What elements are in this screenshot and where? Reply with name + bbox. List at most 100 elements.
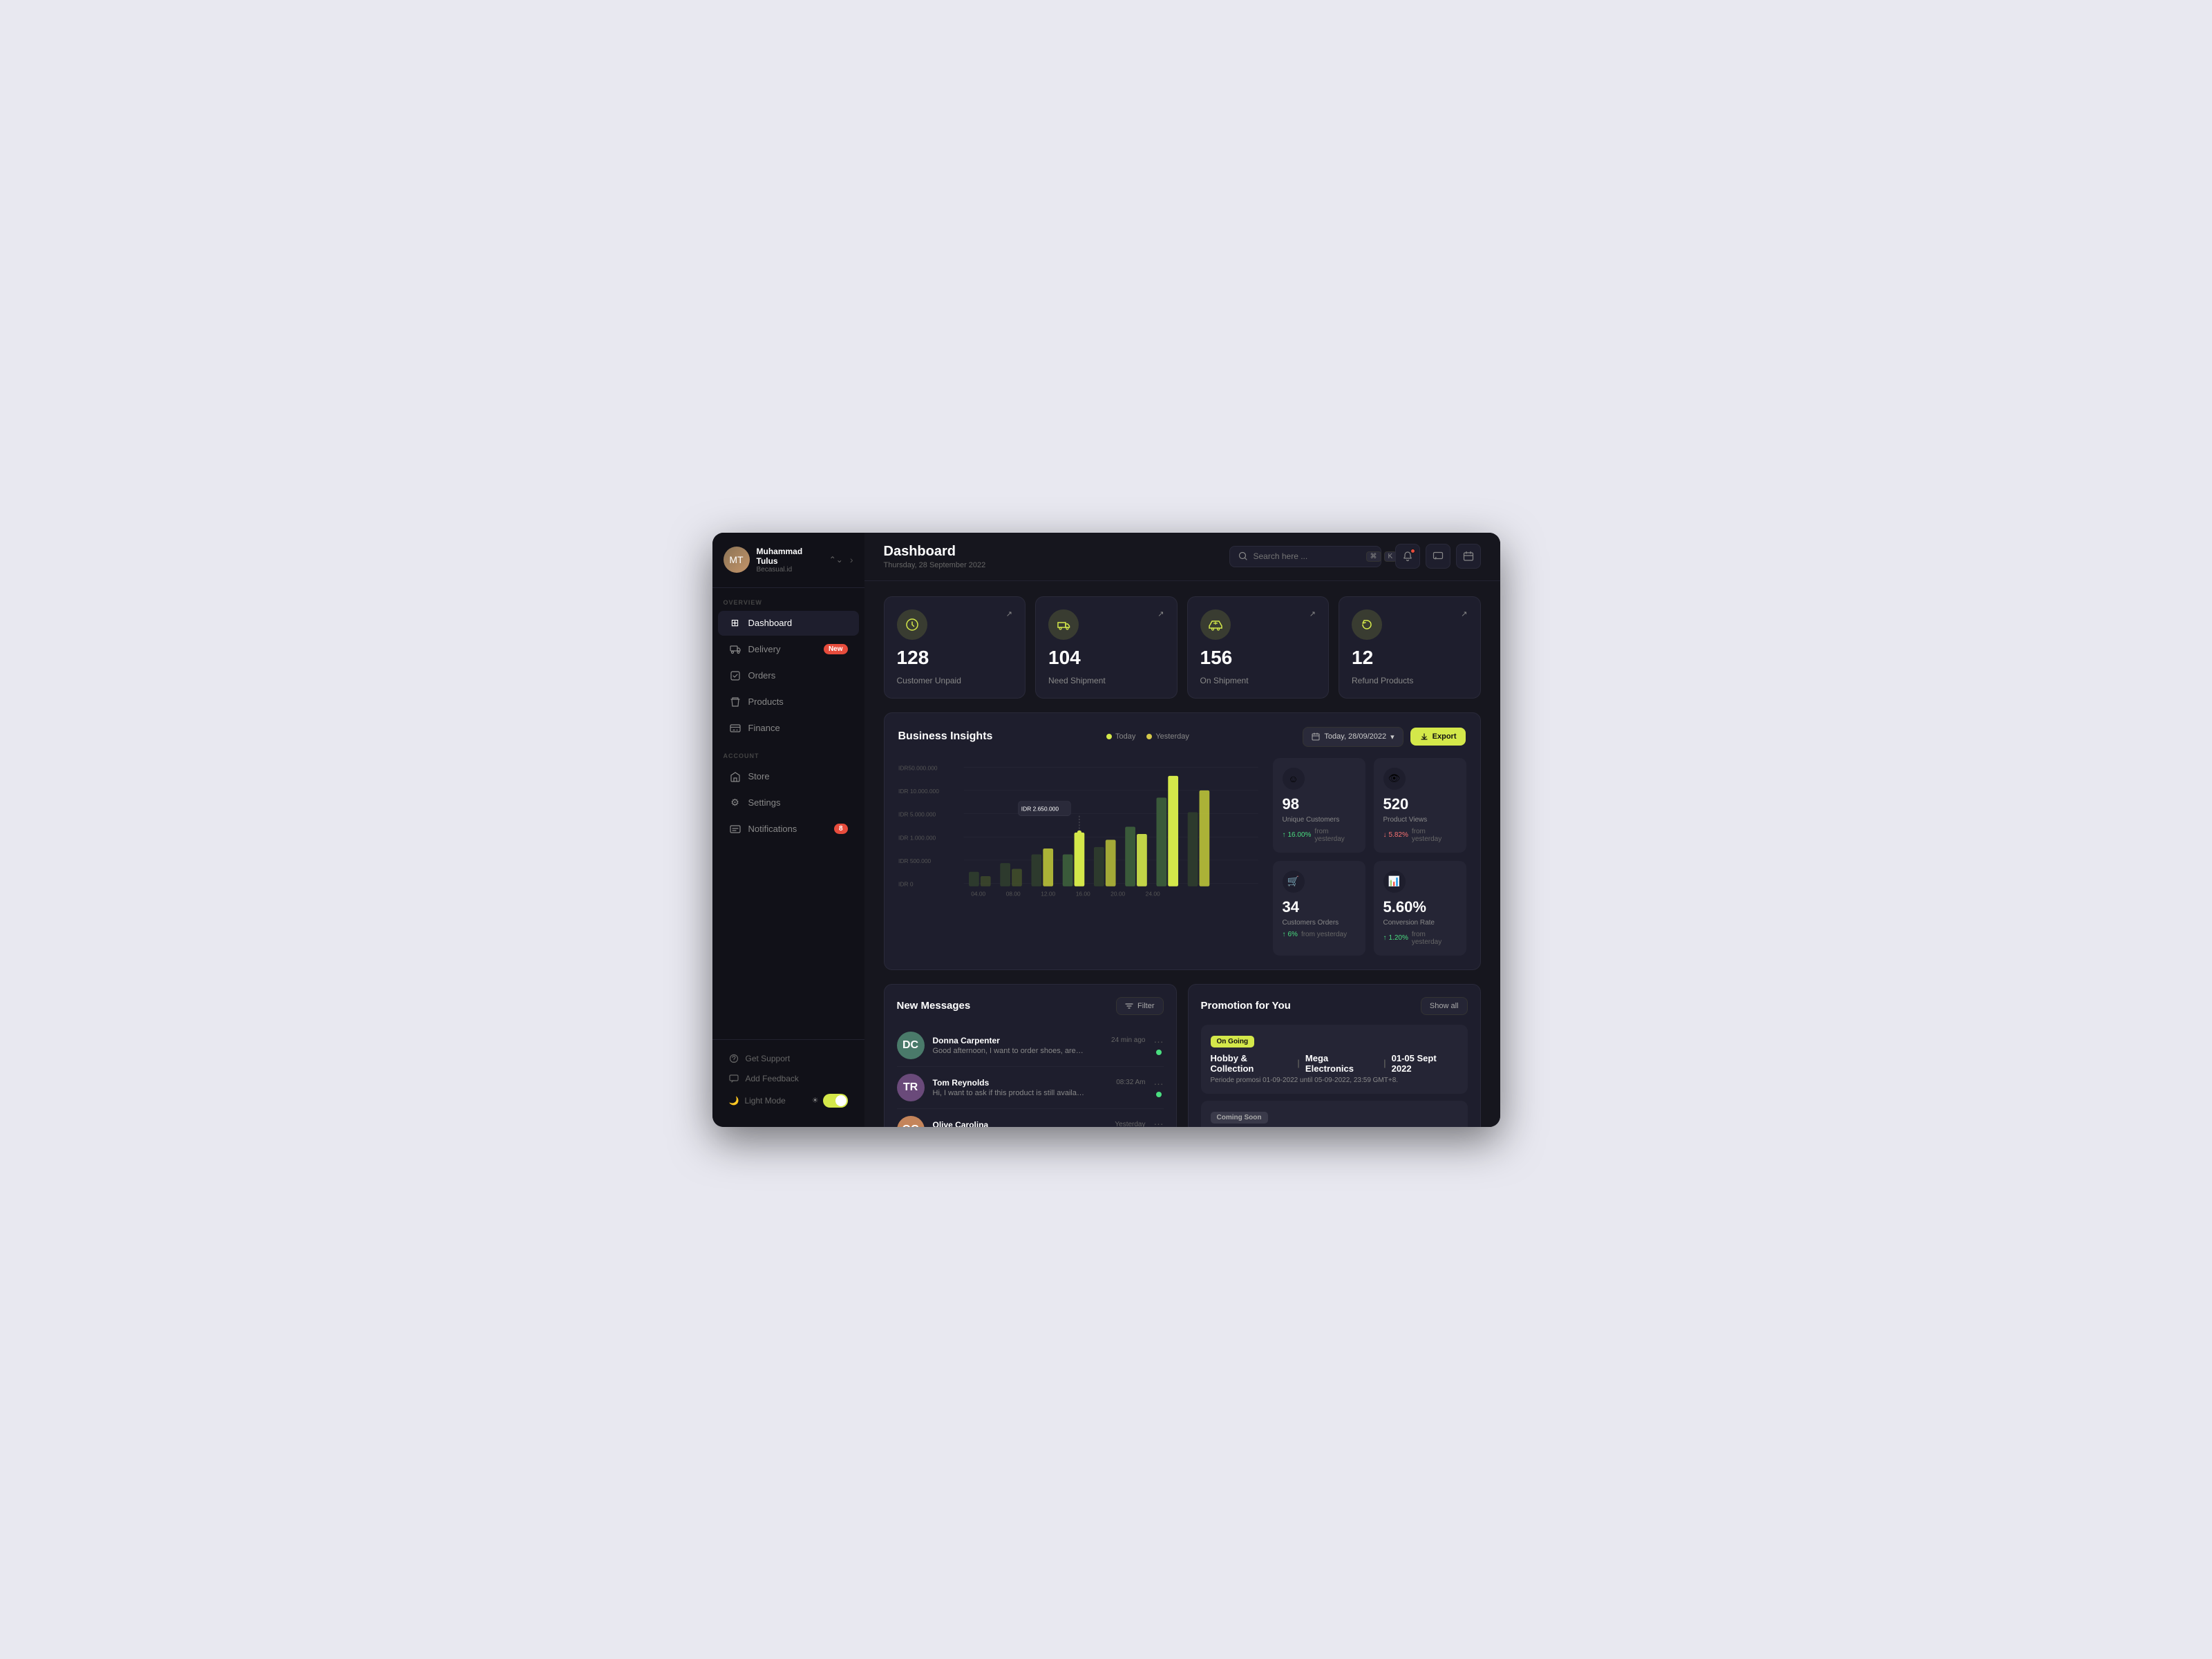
svg-text:IDR50.000.000: IDR50.000.000 xyxy=(898,764,938,771)
svg-text:IDR 1.000.000: IDR 1.000.000 xyxy=(898,834,936,841)
profile-chevron[interactable]: ⌃⌄ xyxy=(829,555,843,565)
promo-badge-1: Coming Soon xyxy=(1211,1112,1268,1124)
svg-text:20.00: 20.00 xyxy=(1110,890,1125,897)
notifications-badge: 8 xyxy=(834,824,848,834)
svg-text:IDR 0: IDR 0 xyxy=(898,880,914,887)
sidebar-item-settings[interactable]: ⚙ Settings xyxy=(718,790,859,815)
kbd-cmd: ⌘ xyxy=(1366,551,1381,562)
metric-card-views: 👁 520 Product Views ↓ 5.82% from yesterd… xyxy=(1374,758,1466,853)
sidebar-item-orders[interactable]: Orders xyxy=(718,663,859,688)
conversion-label: Conversion Rate xyxy=(1383,919,1457,927)
orders-value: 34 xyxy=(1283,898,1356,916)
profile-name: Muhammad Tulus xyxy=(757,547,822,566)
sidebar-item-finance-label: Finance xyxy=(748,723,780,733)
unpaid-icon xyxy=(897,609,927,640)
svg-text:24.00: 24.00 xyxy=(1145,890,1160,897)
promo-desc-0: Periode promosi 01-09-2022 until 05-09-2… xyxy=(1211,1077,1458,1084)
unpaid-link[interactable]: ↗ xyxy=(1006,609,1012,618)
theme-toggle-switch[interactable] xyxy=(823,1094,848,1108)
sidebar-item-support[interactable]: Get Support xyxy=(718,1049,859,1068)
sidebar-item-products-label: Products xyxy=(748,696,784,707)
chat-icon-btn[interactable] xyxy=(1426,544,1450,569)
dark-mode-toggle: 🌙 Light Mode ☀ xyxy=(718,1089,859,1112)
msg-more-1[interactable]: ··· xyxy=(1154,1078,1164,1089)
online-dot-0 xyxy=(1156,1050,1162,1055)
conversion-metric-icon: 📊 xyxy=(1383,871,1406,893)
sidebar-item-dashboard-label: Dashboard xyxy=(748,618,793,628)
feedback-label: Add Feedback xyxy=(746,1074,799,1083)
svg-text:IDR 5.000.000: IDR 5.000.000 xyxy=(898,810,936,817)
insights-title: Business Insights xyxy=(898,730,993,743)
metrics-panel: ☺ 98 Unique Customers ↑ 16.00% from yest… xyxy=(1273,758,1466,956)
promo-card-0[interactable]: On Going Hobby & Collection | Mega Elect… xyxy=(1201,1025,1468,1094)
notifications-icon xyxy=(729,823,741,835)
products-icon xyxy=(729,696,741,708)
date-picker-btn[interactable]: Today, 28/09/2022 ▾ xyxy=(1303,727,1403,747)
sidebar-collapse-btn[interactable]: › xyxy=(850,554,853,565)
shipment-link[interactable]: ↗ xyxy=(1157,609,1164,618)
stat-card-onshipment: ↗ 156 On Shipment xyxy=(1187,596,1330,699)
delivery-icon xyxy=(729,643,741,656)
svg-text:04.00: 04.00 xyxy=(971,890,985,897)
profile-subtitle: Becasual.id xyxy=(757,566,822,573)
header: Dashboard Thursday, 28 September 2022 ⌘ … xyxy=(864,533,1500,581)
svg-text:08.00: 08.00 xyxy=(1005,890,1020,897)
promotions-header: Promotion for You Show all xyxy=(1201,997,1468,1015)
onshipment-icon xyxy=(1200,609,1231,640)
search-bar[interactable]: ⌘ K xyxy=(1229,546,1381,567)
sidebar-item-orders-label: Orders xyxy=(748,670,776,681)
page-subtitle: Thursday, 28 September 2022 xyxy=(884,561,1216,569)
sidebar-item-delivery[interactable]: Delivery New xyxy=(718,637,859,662)
app-container: MT Muhammad Tulus Becasual.id ⌃⌄ › OVERV… xyxy=(712,533,1500,1127)
orders-metric-icon: 🛒 xyxy=(1283,871,1305,893)
store-icon xyxy=(729,770,741,783)
messages-header: New Messages Filter xyxy=(897,997,1164,1015)
msg-content-1: Tom Reynolds 08:32 Am Hi, I want to ask … xyxy=(933,1078,1146,1097)
metric-card-conversion: 📊 5.60% Conversion Rate ↑ 1.20% from yes… xyxy=(1374,861,1466,956)
msg-avatar-1: TR xyxy=(897,1074,925,1101)
orders-change: ↑ 6% from yesterday xyxy=(1283,931,1356,938)
views-label: Product Views xyxy=(1383,816,1457,824)
settings-icon: ⚙ xyxy=(729,797,741,809)
metric-card-customers: ☺ 98 Unique Customers ↑ 16.00% from yest… xyxy=(1273,758,1365,853)
stat-card-refund: ↗ 12 Refund Products xyxy=(1339,596,1481,699)
msg-more-0[interactable]: ··· xyxy=(1154,1036,1164,1047)
sidebar-item-finance[interactable]: Finance xyxy=(718,716,859,741)
msg-content-0: Donna Carpenter 24 min ago Good afternoo… xyxy=(933,1036,1146,1055)
online-dot-1 xyxy=(1156,1092,1162,1097)
refund-link[interactable]: ↗ xyxy=(1461,609,1467,618)
sidebar-item-notifications-label: Notifications xyxy=(748,824,797,834)
notifications-icon-btn[interactable] xyxy=(1395,544,1420,569)
sidebar-profile[interactable]: MT Muhammad Tulus Becasual.id ⌃⌄ › xyxy=(712,547,864,588)
show-all-btn[interactable]: Show all xyxy=(1421,997,1468,1015)
export-btn[interactable]: Export xyxy=(1410,728,1466,746)
calendar-icon-btn[interactable] xyxy=(1456,544,1481,569)
shipment-icon xyxy=(1048,609,1079,640)
message-item-2[interactable]: OC Olive Carolina Yesterday You : Hello … xyxy=(897,1109,1164,1127)
sidebar-item-dashboard[interactable]: ⊞ Dashboard xyxy=(718,611,859,636)
views-metric-icon: 👁 xyxy=(1383,768,1406,790)
message-item-1[interactable]: TR Tom Reynolds 08:32 Am Hi, I want to a… xyxy=(897,1067,1164,1109)
onshipment-link[interactable]: ↗ xyxy=(1310,609,1316,618)
search-input[interactable] xyxy=(1254,551,1361,561)
sidebar-item-notifications[interactable]: Notifications 8 xyxy=(718,817,859,842)
yesterday-dot xyxy=(1146,734,1152,739)
sidebar-item-feedback[interactable]: Add Feedback xyxy=(718,1069,859,1088)
sidebar-item-products[interactable]: Products xyxy=(718,690,859,714)
sidebar-item-store[interactable]: Store xyxy=(718,764,859,789)
msg-more-2[interactable]: ··· xyxy=(1154,1118,1164,1127)
message-item-0[interactable]: DC Donna Carpenter 24 min ago Good after… xyxy=(897,1025,1164,1067)
refund-icon xyxy=(1352,609,1382,640)
sidebar: MT Muhammad Tulus Becasual.id ⌃⌄ › OVERV… xyxy=(712,533,864,1127)
header-title-block: Dashboard Thursday, 28 September 2022 xyxy=(884,544,1216,569)
customers-metric-icon: ☺ xyxy=(1283,768,1305,790)
promo-card-1[interactable]: Coming Soon Hobby & Collection | 99 Big … xyxy=(1201,1101,1468,1127)
filter-btn[interactable]: Filter xyxy=(1116,997,1163,1015)
avatar: MT xyxy=(724,547,750,573)
dark-mode-label: Light Mode xyxy=(744,1096,785,1106)
sidebar-bottom: Get Support Add Feedback 🌙 Light Mode ☀ xyxy=(712,1039,864,1113)
page-title: Dashboard xyxy=(884,544,1216,560)
svg-text:IDR 2.650.000: IDR 2.650.000 xyxy=(1021,805,1059,812)
customers-value: 98 xyxy=(1283,795,1356,813)
msg-avatar-2: OC xyxy=(897,1116,925,1127)
